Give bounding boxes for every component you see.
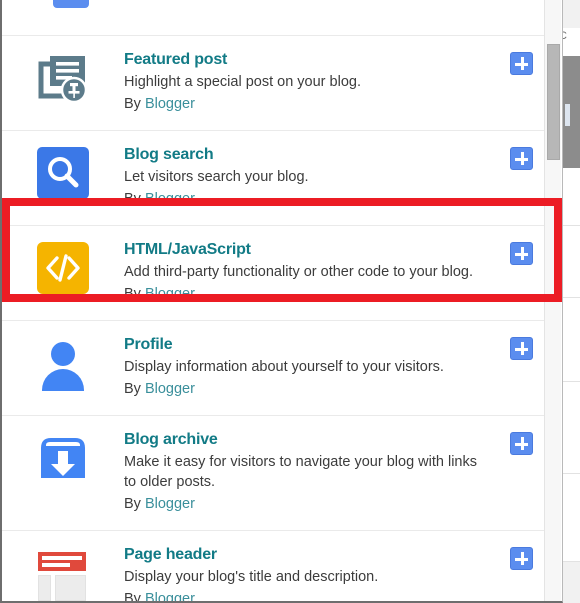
archive-glyph [41,438,85,478]
adsense-dollar-glyph: $ [53,0,89,8]
gadget-add-cell [510,52,533,75]
person-icon-head [51,342,75,366]
gadget-by-prefix: By [124,286,145,302]
archive-box-down-arrow-icon [37,432,89,484]
gadget-add-cell [510,432,533,455]
gadget-author-link[interactable]: Blogger [145,286,195,302]
add-gadget-button[interactable] [510,242,533,265]
gadget-icon-cell [2,50,124,104]
magnifier-glyph [48,157,79,188]
gadget-icon-cell [2,335,124,391]
gadget-row-adsense[interactable]: $ By Blogger [2,0,547,36]
add-gadget-button[interactable] [510,147,533,170]
gadget-author-line: By Blogger [124,94,487,114]
gadget-by-prefix: By [124,96,145,112]
gadget-by-prefix: By [124,381,145,397]
add-gadget-button[interactable] [510,337,533,360]
page-header-line [42,563,70,567]
gadget-title: Page header [124,546,217,563]
add-gadget-button[interactable] [510,547,533,570]
gadget-text-cell: HTML/JavaScript Add third-party function… [124,240,547,304]
add-a-gadget-dialog: $ By Blogger [0,0,563,603]
gadget-icon-cell [2,240,124,294]
gadget-row-blog-search[interactable]: Blog search Let visitors search your blo… [2,131,547,226]
gadget-title: Blog archive [124,431,218,448]
gadget-author-link[interactable]: Blogger [145,496,195,512]
gadget-description: Display information about yourself to yo… [124,359,444,375]
gadget-text-cell: Blog search Let visitors search your blo… [124,145,547,209]
gadget-add-cell [510,242,533,265]
gadget-by-prefix: By [124,191,145,207]
gadget-icon-cell [2,145,124,199]
gadget-icon-cell: $ [2,0,124,16]
gadget-text-cell: Blog archive Make it easy for visitors t… [124,430,547,514]
gadget-description: Make it easy for visitors to navigate yo… [124,454,477,490]
gadget-add-cell [510,147,533,170]
gadget-title: HTML/JavaScript [124,241,251,258]
gadget-author-line: By Blogger [124,494,487,514]
gadget-add-cell [510,337,533,360]
gadget-row-page-header[interactable]: Page header Display your blog's title an… [2,531,547,601]
gadget-list[interactable]: $ By Blogger [2,0,547,601]
background-image-chip [565,104,570,126]
gadget-icon-cell [2,430,124,484]
gadget-description: Display your blog's title and descriptio… [124,569,379,585]
gadget-author-link[interactable]: Blogger [145,381,195,397]
gadget-author-link[interactable]: Blogger [145,96,195,112]
gadget-author-line: By Blogger [124,284,487,304]
gadget-author-line: By Blogger [124,379,487,399]
gadget-row-html-javascript[interactable]: HTML/JavaScript Add third-party function… [2,226,547,321]
page-header-layout-icon [37,547,89,601]
code-brackets-icon [37,242,89,294]
page-header-title-bar [38,552,86,571]
add-gadget-button[interactable] [510,432,533,455]
gadget-author-line: By Blogger [124,589,487,601]
gadget-description: Add third-party functionality or other c… [124,264,473,280]
gadget-icon-cell [2,545,124,601]
gadget-text-cell: Page header Display your blog's title an… [124,545,547,601]
gadget-description: Let visitors search your blog. [124,169,309,185]
gadget-row-profile[interactable]: Profile Display information about yourse… [2,321,547,416]
gadget-add-cell [510,547,533,570]
code-glyph [46,254,80,282]
page-header-main-column [55,575,86,601]
page-header-sidebar-column [38,575,51,601]
gadget-text-cell: Featured post Highlight a special post o… [124,50,547,114]
magnifier-icon [37,147,89,199]
person-icon [37,337,89,391]
gadget-title: Profile [124,336,173,353]
person-icon-body [42,369,84,391]
featured-post-pin-icon [37,52,89,104]
gadget-title: Blog search [124,146,214,163]
adsense-dollar-icon: $ [37,0,89,16]
scrollbar-thumb[interactable] [547,44,560,160]
gadget-title: Featured post [124,51,228,68]
gadget-author-link[interactable]: Blogger [145,191,195,207]
gadget-by-prefix: By [124,496,145,512]
gadget-author-line: By Blogger [124,189,487,209]
gadget-row-featured-post[interactable]: Featured post Highlight a special post o… [2,36,547,131]
gadget-text-cell: Profile Display information about yourse… [124,335,547,399]
dialog-vertical-scrollbar[interactable] [544,0,561,601]
featured-post-svg [38,56,88,104]
gadget-author-link[interactable]: Blogger [145,591,195,601]
gadget-row-blog-archive[interactable]: Blog archive Make it easy for visitors t… [2,416,547,531]
page-header-line [42,556,82,560]
gadget-by-prefix: By [124,591,145,601]
add-gadget-button[interactable] [510,52,533,75]
gadget-description: Highlight a special post on your blog. [124,74,361,90]
